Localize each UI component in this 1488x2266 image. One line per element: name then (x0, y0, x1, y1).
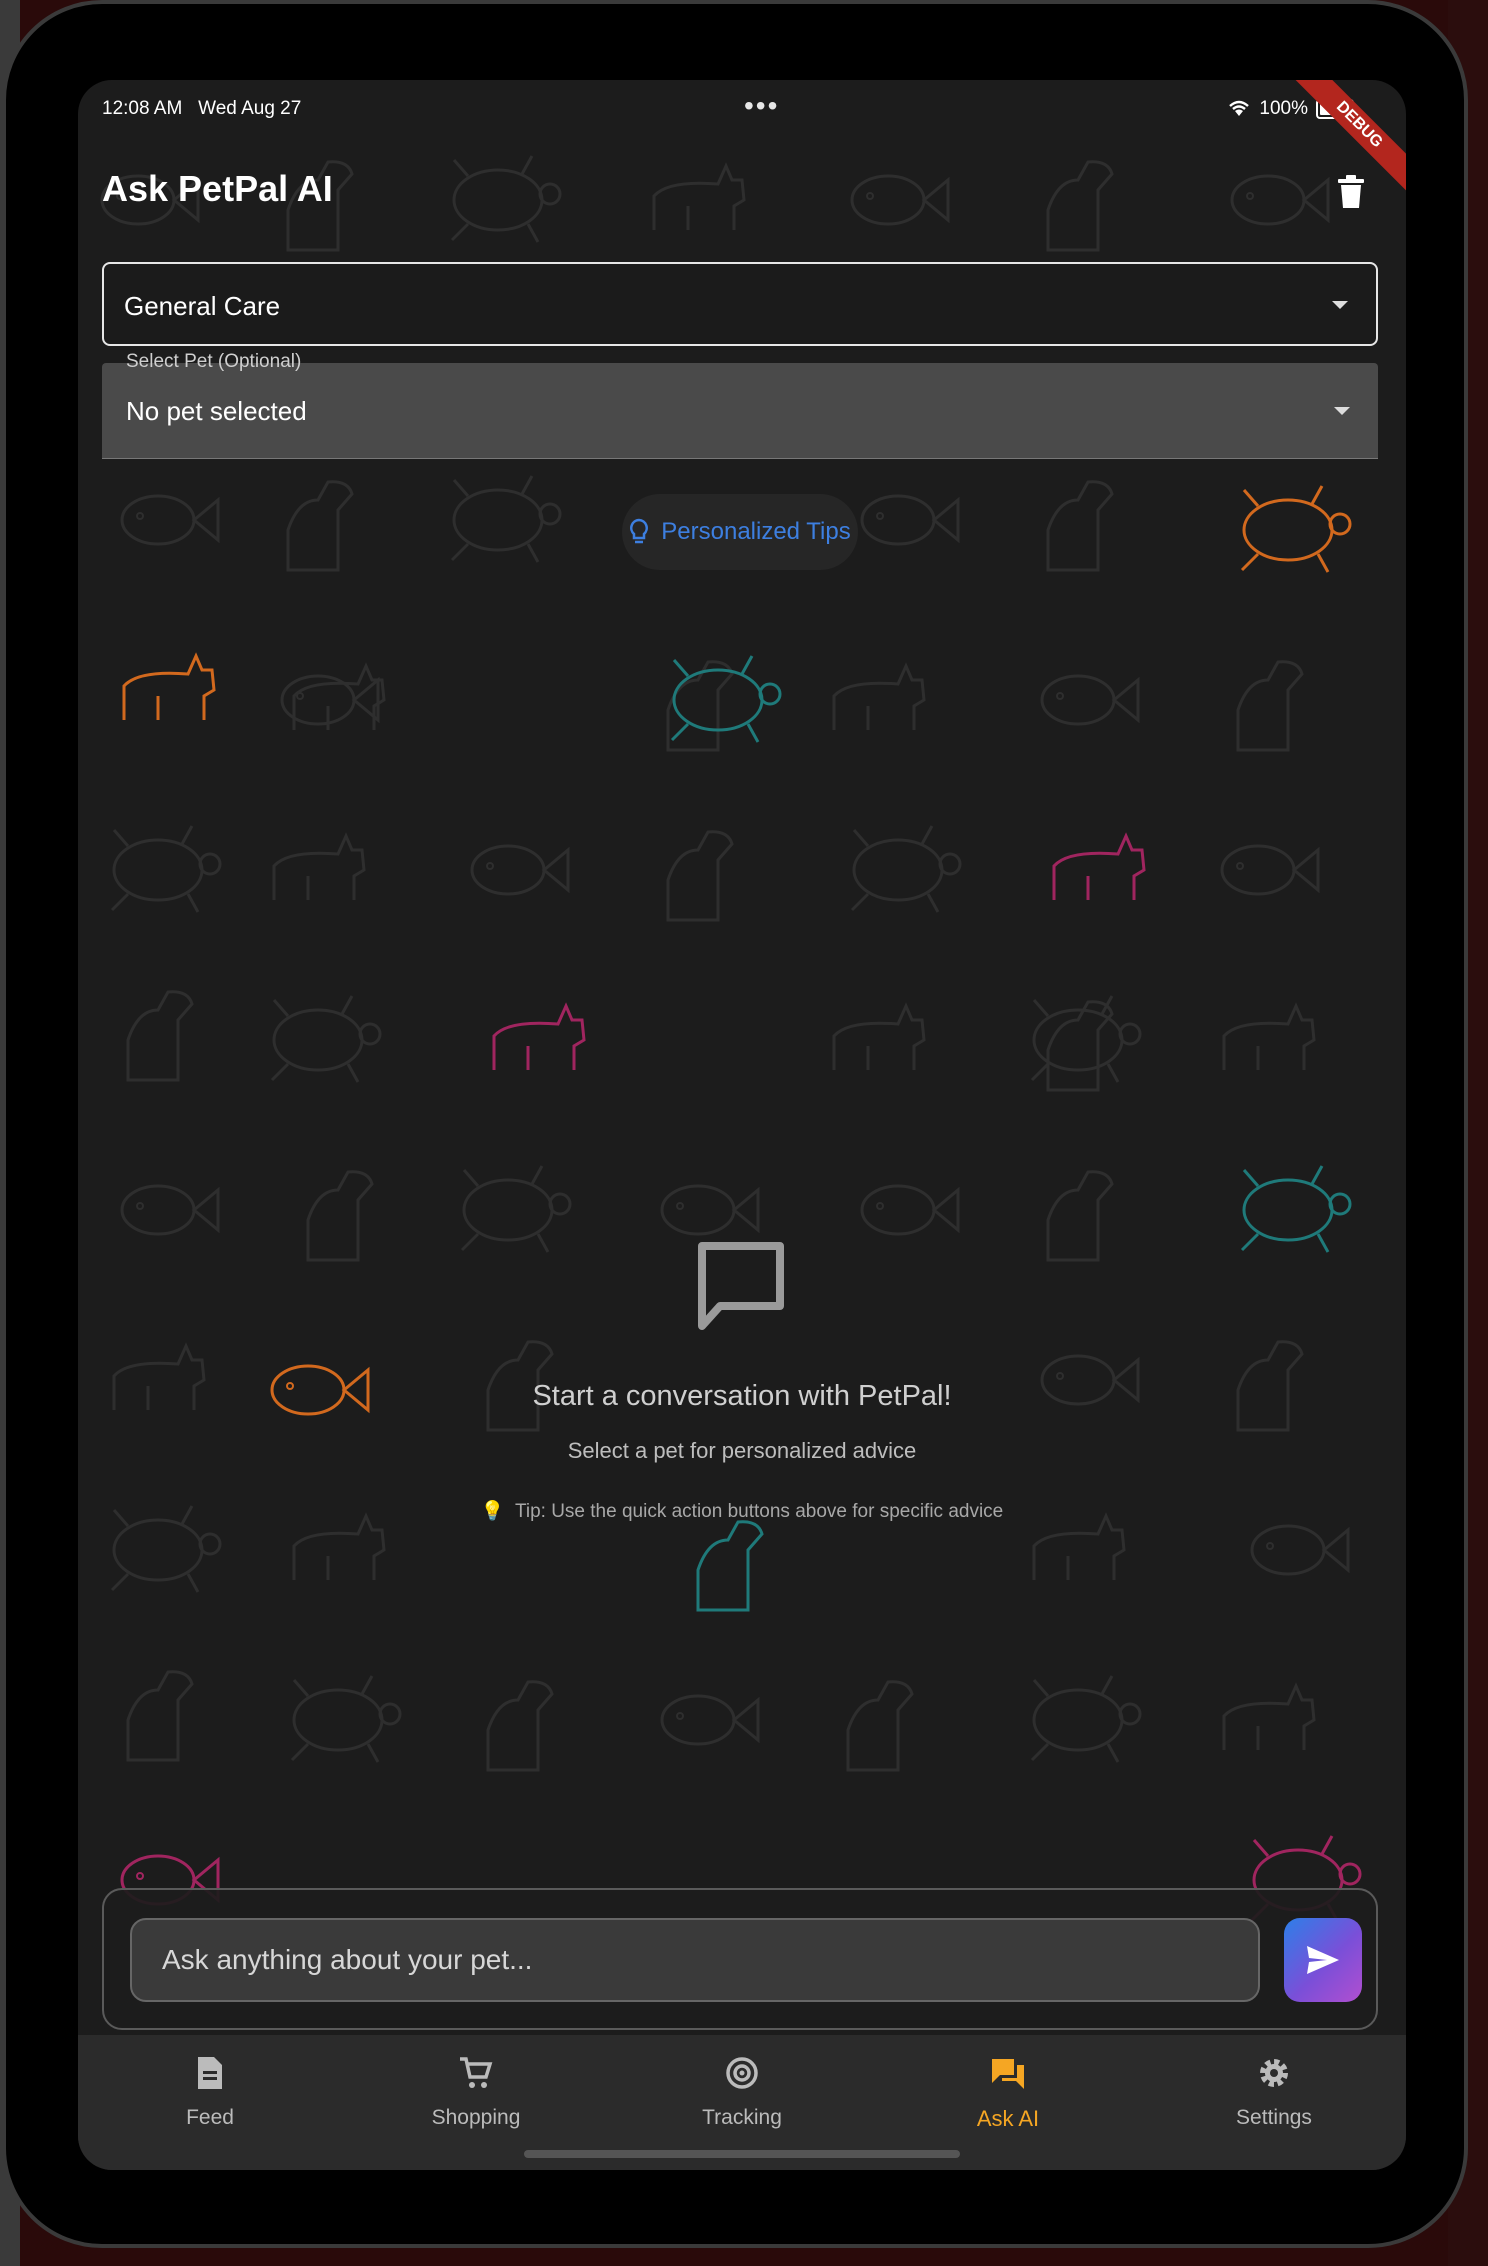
category-dropdown-value: General Care (124, 291, 281, 321)
tab-feed[interactable]: Feed (110, 2055, 310, 2130)
pet-select-label: Select Pet (Optional) (126, 351, 302, 372)
send-icon (1307, 1946, 1339, 1974)
personalized-tips-label: Personalized Tips (661, 518, 851, 545)
tab-label: Tracking (702, 2106, 782, 2129)
chevron-down-icon (1332, 301, 1348, 309)
chat-icon (992, 2059, 1024, 2089)
cart-icon (460, 2057, 493, 2088)
personalized-tips-button[interactable]: Personalized Tips (622, 494, 858, 570)
message-input[interactable] (130, 1918, 1260, 2002)
tab-label: Shopping (431, 2106, 521, 2129)
empty-state-title: Start a conversation with PetPal! (532, 1380, 952, 1412)
app-screen: 12:08 AM Wed Aug 27 ••• 100% DEBUG Ask P… (78, 80, 1406, 2170)
chevron-down-icon (1334, 407, 1350, 415)
lightbulb-emoji-icon: 💡 (480, 1501, 505, 1522)
tab-tracking[interactable]: Tracking (642, 2055, 842, 2130)
tablet-frame: 12:08 AM Wed Aug 27 ••• 100% DEBUG Ask P… (2, 0, 1468, 2248)
empty-state-subtitle: Select a pet for personalized advice (567, 1438, 917, 1463)
feed-icon (198, 2057, 222, 2089)
send-button[interactable] (1284, 1918, 1362, 2002)
pet-select-dropdown[interactable]: Select Pet (Optional) No pet selected (102, 351, 1378, 459)
delete-chat-icon[interactable] (1336, 174, 1366, 210)
tracking-icon (726, 2057, 758, 2089)
status-time-date: 12:08 AM Wed Aug 27 (102, 98, 302, 119)
category-dropdown[interactable]: General Care (102, 262, 1378, 346)
home-indicator[interactable] (524, 2150, 960, 2158)
battery-percent: 100% (1259, 98, 1308, 119)
message-composer (102, 1888, 1378, 2030)
status-bar: 12:08 AM Wed Aug 27 ••• 100% (102, 90, 1382, 130)
lightbulb-icon (630, 518, 649, 544)
gear-icon (1260, 2059, 1288, 2087)
chat-bubble-icon (698, 1242, 784, 1330)
empty-state-tip: 💡 Tip: Use the quick action buttons abov… (78, 1499, 1406, 1523)
page-title: Ask PetPal AI (102, 168, 333, 209)
tab-label: Feed (186, 2106, 234, 2129)
tab-shopping[interactable]: Shopping (376, 2055, 576, 2130)
tab-settings[interactable]: Settings (1174, 2055, 1374, 2130)
tab-label: Ask AI (976, 2106, 1040, 2131)
empty-state-tip-text: Tip: Use the quick action buttons above … (514, 1501, 1004, 1522)
pet-select-value: No pet selected (126, 396, 307, 426)
tab-label: Settings (1236, 2106, 1312, 2129)
wifi-icon (1229, 100, 1250, 116)
multitasking-dots[interactable]: ••• (744, 90, 779, 122)
tab-ask-ai[interactable]: Ask AI (908, 2055, 1108, 2132)
